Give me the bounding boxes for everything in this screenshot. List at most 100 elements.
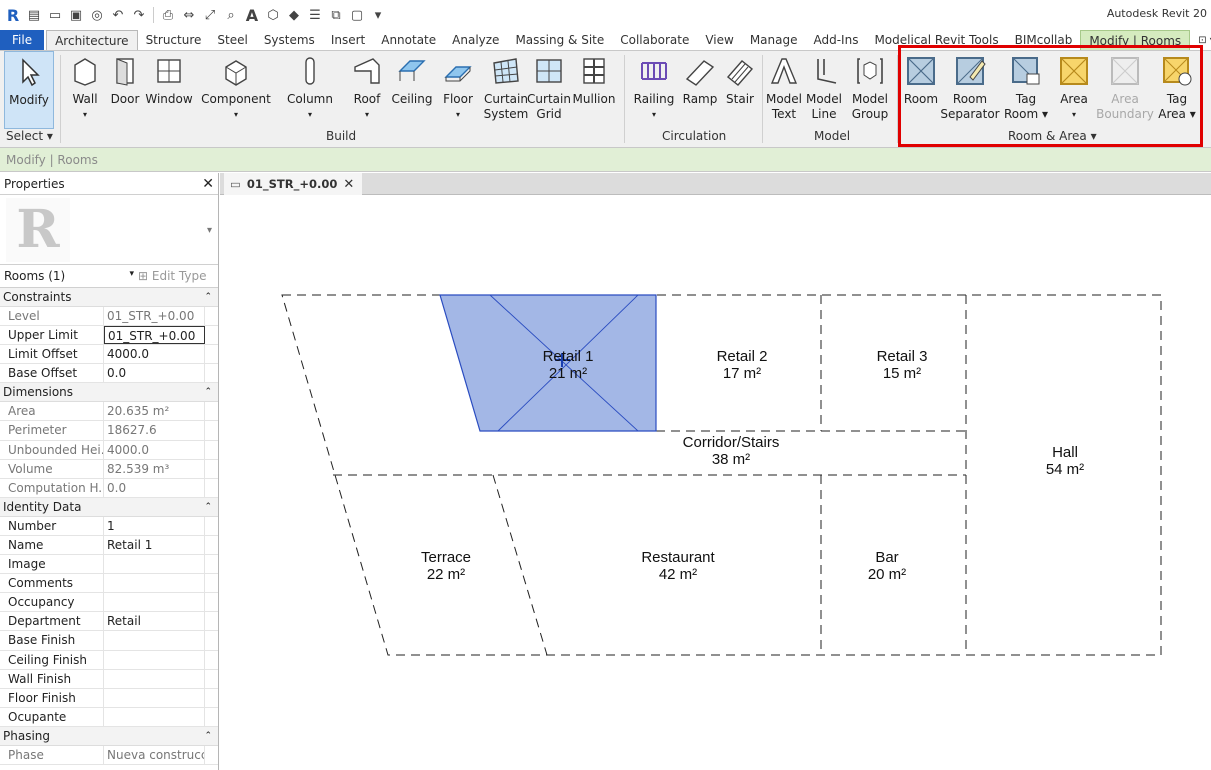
redo-icon[interactable]: ↷ bbox=[130, 6, 148, 24]
select-dropdown[interactable]: Select ▾ bbox=[6, 129, 53, 143]
switch-windows-icon[interactable]: ▢ bbox=[348, 6, 366, 24]
component-button[interactable]: Component ▾ bbox=[201, 51, 271, 129]
chevron-down-icon[interactable]: ▾ bbox=[207, 225, 212, 236]
door-icon bbox=[107, 53, 143, 89]
tab-manage[interactable]: Manage bbox=[742, 30, 806, 50]
phasing-group[interactable]: Phasing ⌃ bbox=[0, 726, 218, 746]
tab-annotate[interactable]: Annotate bbox=[373, 30, 444, 50]
close-icon[interactable]: ✕ bbox=[343, 177, 354, 192]
dimension-icon[interactable]: ⤢ bbox=[201, 6, 219, 24]
upper-limit-row[interactable]: Upper Limit 01_STR_+0.00 bbox=[0, 326, 218, 346]
floor-button[interactable]: Floor ▾ bbox=[440, 51, 476, 129]
column-button[interactable]: Column ▾ bbox=[286, 51, 334, 129]
room-tag-hall[interactable]: Hall 54 m² bbox=[1046, 444, 1084, 478]
ocupante-row[interactable]: Ocupante bbox=[0, 707, 218, 727]
window-label: Window bbox=[145, 92, 193, 106]
phase-row: PhaseNueva construcci... bbox=[0, 745, 218, 765]
model-line-button[interactable]: Model Line bbox=[804, 51, 844, 129]
instance-selector[interactable]: Rooms (1) ▾ bbox=[4, 269, 138, 283]
room-tag-retail-1[interactable]: Retail 1 21 m² bbox=[543, 348, 594, 382]
text-icon[interactable]: A bbox=[243, 6, 261, 25]
tab-collaborate[interactable]: Collaborate bbox=[612, 30, 697, 50]
comments-row[interactable]: Comments bbox=[0, 574, 218, 594]
tab-file[interactable]: File bbox=[0, 30, 45, 50]
open-icon[interactable]: ▭ bbox=[46, 6, 64, 24]
tab-analyze[interactable]: Analyze bbox=[444, 30, 507, 50]
identity-data-group[interactable]: Identity Data ⌃ bbox=[0, 497, 218, 517]
view-tab-floor-plan[interactable]: ▭ 01_STR_+0.00 ✕ bbox=[224, 173, 363, 195]
component-icon bbox=[218, 53, 254, 89]
name-row[interactable]: Name Retail 1 bbox=[0, 535, 218, 556]
tab-structure[interactable]: Structure bbox=[138, 30, 210, 50]
stair-button[interactable]: Stair bbox=[720, 51, 760, 129]
department-row[interactable]: Department Retail bbox=[0, 612, 218, 632]
print-icon[interactable]: ⎙ bbox=[159, 6, 177, 24]
limit-offset-row[interactable]: Limit Offset 4000.0 bbox=[0, 345, 218, 365]
sync-icon[interactable]: ◎ bbox=[88, 6, 106, 24]
tab-insert[interactable]: Insert bbox=[323, 30, 373, 50]
column-icon bbox=[292, 53, 328, 89]
number-row[interactable]: Number 1 bbox=[0, 516, 218, 536]
perimeter-row: Perimeter 18627.6 bbox=[0, 421, 218, 441]
revit-family-icon: R bbox=[6, 197, 70, 262]
options-bar-context: Modify | Rooms bbox=[6, 152, 98, 167]
modify-button[interactable]: Modify bbox=[4, 51, 54, 129]
base-offset-row[interactable]: Base Offset 0.0 bbox=[0, 364, 218, 384]
close-icon[interactable]: ✕ bbox=[202, 176, 214, 192]
tab-massing-site[interactable]: Massing & Site bbox=[507, 30, 612, 50]
edit-type-button[interactable]: ⊞ Edit Type bbox=[138, 269, 207, 283]
tab-view[interactable]: View bbox=[697, 30, 741, 50]
home-icon[interactable]: ▤ bbox=[25, 6, 43, 24]
room-tag-corridor-stairs[interactable]: Corridor/Stairs 38 m² bbox=[683, 434, 780, 468]
base-finish-row[interactable]: Base Finish bbox=[0, 631, 218, 651]
curtain-system-button[interactable]: Curtain System bbox=[484, 51, 528, 129]
occupancy-row[interactable]: Occupancy bbox=[0, 593, 218, 613]
upper-limit-field[interactable]: 01_STR_+0.00 bbox=[104, 326, 205, 345]
roof-button[interactable]: Roof ▾ bbox=[350, 51, 384, 129]
wall-button[interactable]: Wall ▾ bbox=[66, 51, 104, 129]
tab-steel[interactable]: Steel bbox=[209, 30, 255, 50]
constraints-group[interactable]: Constraints ⌃ bbox=[0, 288, 218, 307]
thin-lines-icon[interactable]: ☰ bbox=[306, 6, 324, 24]
model-group-button[interactable]: Model Group bbox=[848, 51, 892, 129]
door-label: Door bbox=[110, 92, 140, 106]
tag-icon[interactable]: ⌕ bbox=[222, 6, 240, 24]
floor-label: Floor bbox=[443, 92, 473, 106]
panel-divider bbox=[60, 55, 61, 143]
curtain-grid-button[interactable]: Curtain Grid bbox=[527, 51, 571, 129]
close-hidden-icon[interactable]: ⧉ bbox=[327, 6, 345, 24]
wall-finish-row[interactable]: Wall Finish bbox=[0, 669, 218, 689]
cursor-arrow-icon bbox=[11, 54, 47, 90]
measure-icon[interactable]: ⇔ bbox=[180, 6, 198, 24]
ceiling-button[interactable]: Ceiling bbox=[390, 51, 434, 129]
dimensions-group[interactable]: Dimensions ⌃ bbox=[0, 383, 218, 403]
wall-icon bbox=[67, 53, 103, 89]
type-selector[interactable]: R ▾ bbox=[0, 195, 218, 265]
3d-view-icon[interactable]: ⬡ bbox=[264, 6, 282, 24]
undo-icon[interactable]: ↶ bbox=[109, 6, 127, 24]
room-tag-bar[interactable]: Bar 20 m² bbox=[868, 549, 906, 583]
room-tag-restaurant[interactable]: Restaurant 42 m² bbox=[641, 549, 714, 583]
customize-icon[interactable]: ▾ bbox=[369, 6, 387, 24]
mullion-icon bbox=[576, 53, 612, 89]
tab-architecture[interactable]: Architecture bbox=[46, 30, 138, 50]
room-boundary-line bbox=[492, 474, 548, 656]
image-row[interactable]: Image bbox=[0, 555, 218, 575]
ceiling-finish-row[interactable]: Ceiling Finish bbox=[0, 650, 218, 670]
model-text-button[interactable]: Model Text bbox=[764, 51, 804, 129]
window-button[interactable]: Window bbox=[145, 51, 193, 129]
room-tag-terrace[interactable]: Terrace 22 m² bbox=[421, 549, 471, 583]
tab-systems[interactable]: Systems bbox=[256, 30, 323, 50]
revit-logo-icon[interactable]: R bbox=[4, 6, 22, 25]
tab-add-ins[interactable]: Add-Ins bbox=[805, 30, 866, 50]
floor-finish-row[interactable]: Floor Finish bbox=[0, 688, 218, 708]
mullion-button[interactable]: Mullion bbox=[572, 51, 616, 129]
section-icon[interactable]: ◆ bbox=[285, 6, 303, 24]
room-tag-retail-3[interactable]: Retail 3 15 m² bbox=[877, 348, 928, 382]
ramp-button[interactable]: Ramp bbox=[680, 51, 720, 129]
drawing-canvas[interactable]: Retail 1 21 m² Retail 2 17 m² Retail 3 15 m… bbox=[220, 196, 1211, 770]
save-icon[interactable]: ▣ bbox=[67, 6, 85, 24]
room-tag-retail-2[interactable]: Retail 2 17 m² bbox=[717, 348, 768, 382]
railing-button[interactable]: Railing ▾ bbox=[630, 51, 678, 129]
door-button[interactable]: Door bbox=[108, 51, 142, 129]
